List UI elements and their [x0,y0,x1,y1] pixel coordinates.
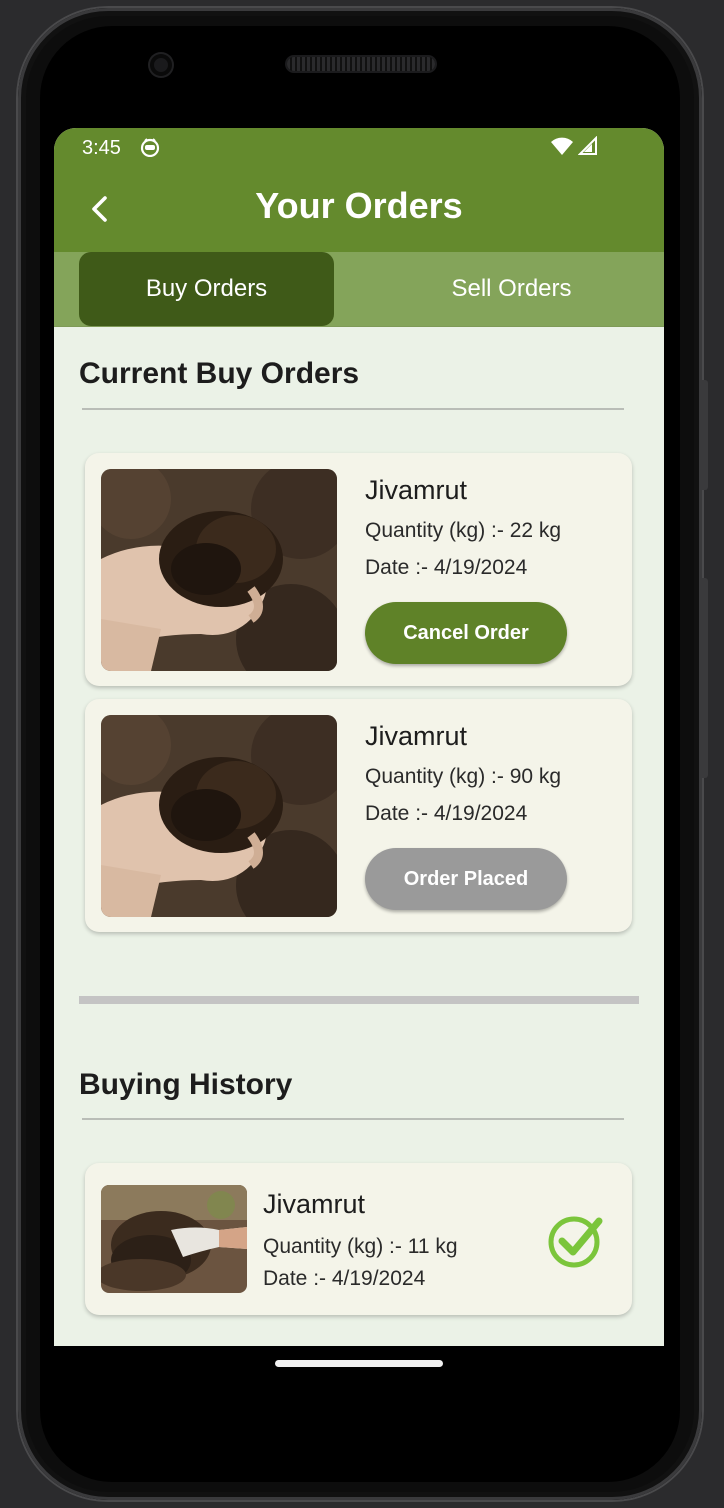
buying-history-title: Buying History [79,1068,293,1101]
order-card: Jivamrut Quantity (kg) :- 90 kg Date :- … [85,699,632,932]
order-tabs: Buy Orders Sell Orders [54,252,664,327]
wifi-icon [551,137,573,155]
product-image [101,469,337,671]
status-bar: 3:45 [54,128,664,170]
status-icons [550,136,598,156]
page-title: Your Orders [255,185,463,226]
history-product-image [101,1185,247,1293]
volume-button [702,578,708,778]
app-screen: 3:45 Your Orders Buy Orders Sell Orders … [54,128,664,1346]
signal-icon [578,136,597,155]
status-time: 3:45 [82,137,121,159]
history-date: Date :- 4/19/2024 [263,1267,426,1290]
order-quantity: Quantity (kg) :- 90 kg [365,765,562,788]
order-date: Date :- 4/19/2024 [365,802,528,825]
order-placed-button[interactable]: Order Placed [365,848,567,910]
cancel-order-button[interactable]: Cancel Order [365,602,567,664]
history-quantity: Quantity (kg) :- 11 kg [263,1235,458,1258]
earpiece-speaker [287,57,435,71]
order-card: Jivamrut Quantity (kg) :- 22 kg Date :- … [85,453,632,686]
product-image [101,715,337,917]
front-camera [150,54,172,76]
section-separator [79,996,639,1004]
order-date: Date :- 4/19/2024 [365,556,528,579]
tab-buy-orders[interactable]: Buy Orders [79,252,334,326]
section-divider [82,1118,624,1120]
product-name: Jivamrut [365,475,468,505]
app-bar: Your Orders [54,170,664,252]
history-card: Jivamrut Quantity (kg) :- 11 kg Date :- … [85,1163,632,1315]
order-quantity: Quantity (kg) :- 22 kg [365,519,562,542]
app-notification-icon [140,138,160,157]
section-divider [82,408,624,410]
current-orders-title: Current Buy Orders [79,357,360,390]
home-indicator[interactable] [275,1360,443,1367]
product-name: Jivamrut [365,721,468,751]
power-button [702,380,708,490]
tab-sell-orders[interactable]: Sell Orders [384,252,639,326]
history-product-name: Jivamrut [263,1189,366,1219]
check-circle-icon [548,1216,603,1268]
